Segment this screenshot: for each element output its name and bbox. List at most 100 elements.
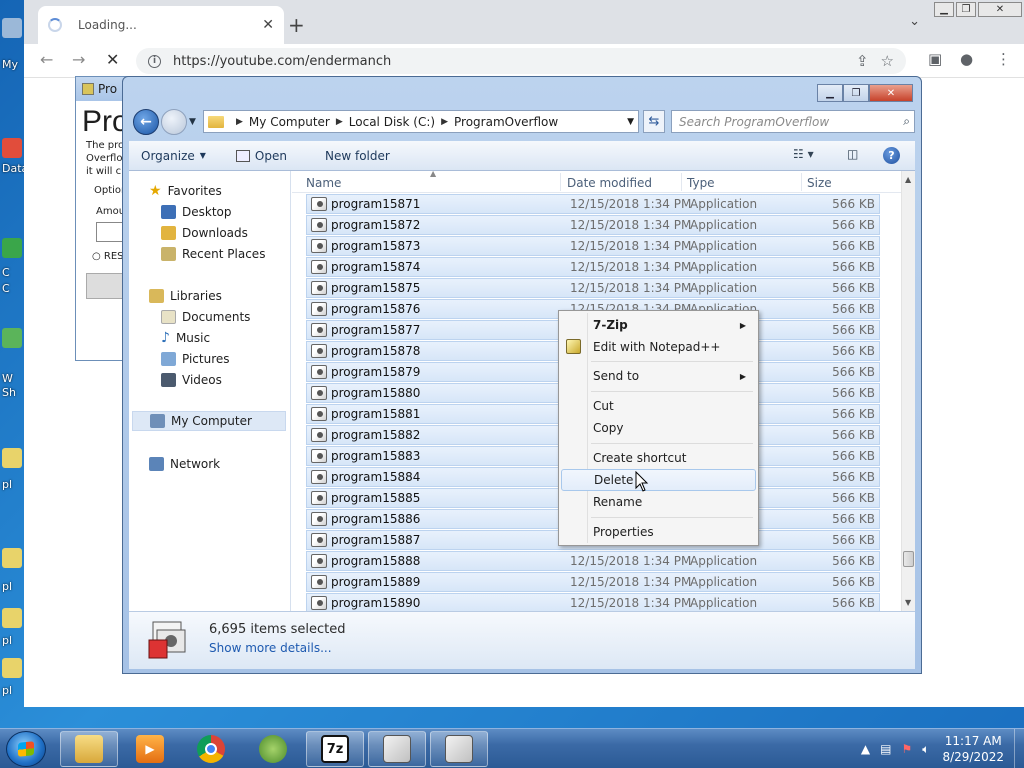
desktop-icon-w[interactable]: [2, 328, 24, 358]
taskbar-program-2[interactable]: [430, 731, 488, 767]
explorer-back-button[interactable]: ←: [133, 109, 159, 135]
nav-music[interactable]: ♪ Music: [161, 328, 210, 348]
nav-favorites[interactable]: ★ Favorites: [149, 181, 222, 201]
file-row[interactable]: program15888 12/15/2018 1:34 PM Applicatio…: [306, 551, 880, 571]
refresh-button[interactable]: ⇆: [643, 110, 665, 133]
help-icon[interactable]: ?: [883, 147, 900, 164]
column-divider[interactable]: [801, 173, 802, 191]
taskbar-settings-app[interactable]: [244, 731, 302, 767]
file-row[interactable]: program15890 12/15/2018 1:34 PM Applicatio…: [306, 593, 880, 611]
nav-videos[interactable]: Videos: [161, 370, 222, 390]
column-header-type[interactable]: Type: [687, 176, 715, 190]
breadcrumb-local-disk[interactable]: Local Disk (C:): [349, 115, 435, 129]
breadcrumb-separator-icon[interactable]: ▶: [336, 117, 343, 127]
breadcrumb-separator-icon[interactable]: ▶: [441, 117, 448, 127]
column-header-name[interactable]: Name: [306, 176, 341, 190]
menu-kebab-icon[interactable]: ⋮: [996, 50, 1011, 68]
new-folder-button[interactable]: New folder: [313, 149, 402, 163]
bookmark-star-icon[interactable]: ☆: [881, 52, 894, 70]
nav-documents[interactable]: Documents: [161, 307, 250, 327]
minimize-button[interactable]: ▁: [934, 2, 954, 17]
show-desktop-button[interactable]: [1014, 729, 1024, 768]
recent-pages-chevron-icon[interactable]: ▼: [189, 117, 196, 127]
menu-item-edit-notepad[interactable]: Edit with Notepad++: [561, 336, 756, 358]
breadcrumb-separator-icon[interactable]: ▶: [236, 117, 243, 127]
menu-item-delete[interactable]: Delete: [561, 469, 756, 491]
menu-item-properties[interactable]: Properties: [561, 521, 756, 543]
nav-pictures[interactable]: Pictures: [161, 349, 230, 369]
maximize-button[interactable]: ❐: [956, 2, 976, 17]
close-button[interactable]: ✕: [978, 2, 1022, 17]
search-icon[interactable]: ⌕: [903, 114, 910, 129]
view-options-icon[interactable]: ☷ ▾: [793, 147, 814, 161]
file-row[interactable]: program15875 12/15/2018 1:34 PM Applicatio…: [306, 278, 880, 298]
explorer-search-input[interactable]: Search ProgramOverflow ⌕: [671, 110, 915, 133]
start-button[interactable]: [6, 731, 46, 767]
tab-close-icon[interactable]: ✕: [262, 17, 274, 33]
menu-item-cut[interactable]: Cut: [561, 395, 756, 417]
open-button[interactable]: Open: [224, 149, 299, 163]
file-row[interactable]: program15871 12/15/2018 1:34 PM Applicatio…: [306, 194, 880, 214]
explorer-minimize-button[interactable]: ▁: [817, 84, 843, 102]
nav-desktop[interactable]: Desktop: [161, 202, 232, 222]
nav-libraries[interactable]: Libraries: [149, 286, 222, 306]
file-row[interactable]: program15889 12/15/2018 1:34 PM Applicatio…: [306, 572, 880, 592]
menu-item-send-to[interactable]: Send to ▶: [561, 365, 756, 387]
preview-pane-icon[interactable]: ◫: [847, 147, 858, 161]
tab-search-chevron-icon[interactable]: ⌄: [909, 14, 920, 29]
clock[interactable]: 11:17 AM 8/29/2022: [942, 733, 1004, 765]
explorer-maximize-button[interactable]: ❐: [843, 84, 869, 102]
desktop-icon-pl1[interactable]: [2, 448, 24, 478]
menu-item-copy[interactable]: Copy: [561, 417, 756, 439]
site-info-icon[interactable]: i: [148, 54, 161, 68]
share-icon[interactable]: ⇪: [856, 52, 869, 70]
new-tab-button[interactable]: +: [288, 13, 305, 37]
explorer-close-button[interactable]: ✕: [869, 84, 913, 102]
breadcrumb-my-computer[interactable]: My Computer: [249, 115, 330, 129]
menu-item-7zip[interactable]: 7-Zip ▶: [561, 314, 756, 336]
explorer-forward-button[interactable]: [161, 109, 187, 135]
vertical-scrollbar[interactable]: ▲ ▼: [901, 171, 915, 611]
breadcrumb-program-overflow[interactable]: ProgramOverflow: [454, 115, 558, 129]
action-center-flag-icon[interactable]: ⚑: [902, 742, 913, 756]
taskbar-program-1[interactable]: [368, 731, 426, 767]
stop-button[interactable]: ✕: [106, 50, 119, 69]
column-divider[interactable]: [681, 173, 682, 191]
side-panel-icon[interactable]: ▣: [928, 50, 942, 68]
column-header-size[interactable]: Size: [807, 176, 832, 190]
menu-item-create-shortcut[interactable]: Create shortcut: [561, 447, 756, 469]
nav-recent-places[interactable]: Recent Places: [161, 244, 265, 264]
taskbar-chrome[interactable]: [182, 731, 240, 767]
taskbar-7zip[interactable]: 7z: [306, 731, 364, 767]
address-bar[interactable]: i https://youtube.com/endermanch ⇪ ☆: [136, 48, 906, 74]
volume-icon[interactable]: 🔈︎: [922, 742, 929, 757]
scroll-up-icon[interactable]: ▲: [905, 175, 911, 184]
url-text[interactable]: https://youtube.com/endermanch: [173, 54, 856, 69]
organize-button[interactable]: Organize ▼: [129, 149, 218, 163]
file-row[interactable]: program15872 12/15/2018 1:34 PM Applicatio…: [306, 215, 880, 235]
file-row[interactable]: program15874 12/15/2018 1:34 PM Applicatio…: [306, 257, 880, 277]
menu-item-rename[interactable]: Rename: [561, 491, 756, 513]
forward-button[interactable]: →: [72, 50, 85, 69]
column-header-date[interactable]: Date modified: [567, 176, 652, 190]
file-row[interactable]: program15873 12/15/2018 1:34 PM Applicatio…: [306, 236, 880, 256]
network-tray-icon[interactable]: ▤: [880, 742, 891, 756]
show-more-details-link[interactable]: Show more details...: [209, 641, 332, 655]
taskbar-media-player[interactable]: ▶: [121, 731, 179, 767]
desktop-icon-my-computer[interactable]: [2, 18, 24, 48]
column-divider[interactable]: [560, 173, 561, 191]
scroll-down-icon[interactable]: ▼: [905, 598, 911, 607]
show-hidden-icons-icon[interactable]: ▲: [861, 742, 870, 756]
taskbar-explorer[interactable]: [60, 731, 118, 767]
nav-network[interactable]: Network: [149, 454, 220, 474]
explorer-address-bar[interactable]: ▶ My Computer ▶ Local Disk (C:) ▶ Progra…: [203, 110, 639, 133]
scroll-thumb[interactable]: [903, 551, 914, 567]
desktop-icon-pl2[interactable]: [2, 548, 24, 578]
desktop-icon-c1[interactable]: [2, 238, 24, 268]
back-button[interactable]: ←: [40, 50, 53, 69]
profile-avatar-icon[interactable]: ●: [960, 50, 973, 68]
nav-my-computer[interactable]: My Computer: [132, 411, 286, 431]
address-dropdown-icon[interactable]: ▼: [627, 117, 634, 127]
nav-downloads[interactable]: Downloads: [161, 223, 248, 243]
browser-tab[interactable]: Loading... ✕: [38, 6, 284, 44]
